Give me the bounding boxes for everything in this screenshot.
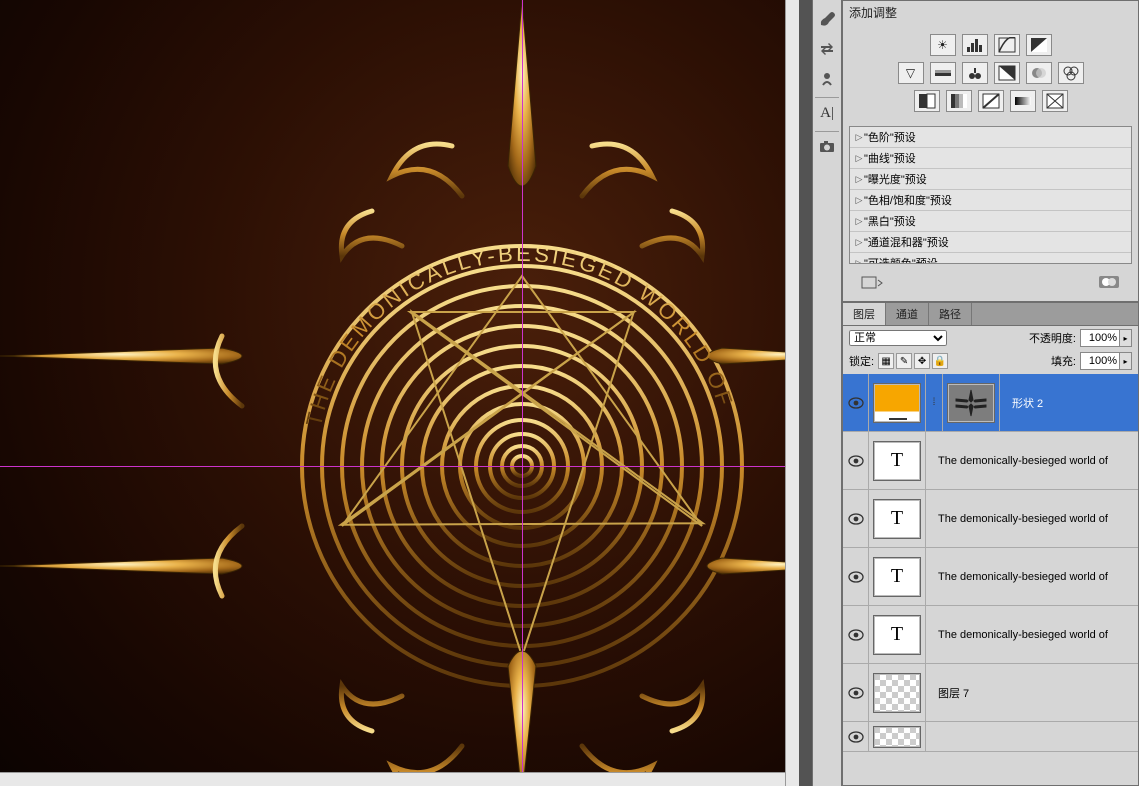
preset-item[interactable]: ▷"通道混和器"预设 bbox=[850, 232, 1131, 253]
layer-name[interactable]: The demonically-besieged world of bbox=[930, 455, 1108, 467]
opacity-flyout-icon[interactable]: ▸ bbox=[1119, 330, 1131, 346]
adj-color-balance-icon[interactable] bbox=[962, 62, 988, 84]
layer-row[interactable]: T The demonically-besieged world of bbox=[843, 606, 1138, 664]
layer-name[interactable]: 图层 7 bbox=[930, 685, 969, 701]
link-icon: ⁞ bbox=[928, 397, 940, 408]
adj-threshold-icon[interactable] bbox=[978, 90, 1004, 112]
preset-item[interactable]: ▷"曝光度"预设 bbox=[850, 169, 1131, 190]
layer-row[interactable] bbox=[843, 722, 1138, 752]
eye-icon bbox=[848, 397, 864, 409]
adj-channel-mixer-icon[interactable] bbox=[1058, 62, 1084, 84]
eye-icon bbox=[848, 629, 864, 641]
adj-selective-color-icon[interactable] bbox=[1042, 90, 1068, 112]
layer-thumbnail[interactable]: T bbox=[873, 441, 921, 481]
lock-all-icon[interactable]: 🔒 bbox=[932, 353, 948, 369]
layer-row[interactable]: ⁞ 形状 2 bbox=[843, 374, 1138, 432]
layer-thumbnail[interactable]: T bbox=[873, 557, 921, 597]
adj-photo-filter-icon[interactable] bbox=[1026, 62, 1052, 84]
layer-name[interactable]: 形状 2 bbox=[1004, 395, 1043, 411]
adj-black-white-icon[interactable] bbox=[994, 62, 1020, 84]
layer-row[interactable]: 图层 7 bbox=[843, 664, 1138, 722]
adjustments-panel: 添加调整 ☀ ▽ bbox=[842, 0, 1139, 302]
vector-mask-thumbnail[interactable] bbox=[947, 383, 995, 423]
adjustments-title: 添加调整 bbox=[843, 1, 1138, 24]
adj-levels-icon[interactable] bbox=[962, 34, 988, 56]
layer-thumbnail[interactable] bbox=[873, 726, 921, 748]
layer-name[interactable]: The demonically-besieged world of bbox=[930, 629, 1108, 641]
canvas-area[interactable]: THE DEMONICALLY-BESIEGED WORLD OF bbox=[0, 0, 797, 786]
layer-name[interactable]: The demonically-besieged world of bbox=[930, 513, 1108, 525]
layer-row[interactable]: T The demonically-besieged world of bbox=[843, 548, 1138, 606]
artwork-ornament: THE DEMONICALLY-BESIEGED WORLD OF bbox=[0, 0, 797, 786]
preset-item[interactable]: ▷"色相/饱和度"预设 bbox=[850, 190, 1131, 211]
document-canvas[interactable]: THE DEMONICALLY-BESIEGED WORLD OF bbox=[0, 0, 797, 786]
fill-field[interactable]: ▸ bbox=[1080, 352, 1132, 370]
layer-visibility-toggle[interactable] bbox=[843, 490, 869, 547]
character-panel-icon[interactable]: A| bbox=[815, 101, 839, 125]
preset-item[interactable]: ▷"色阶"预设 bbox=[850, 127, 1131, 148]
layer-row[interactable]: T The demonically-besieged world of bbox=[843, 490, 1138, 548]
adj-invert-icon[interactable] bbox=[914, 90, 940, 112]
right-panel-column: 添加调整 ☀ ▽ bbox=[842, 0, 1139, 786]
opacity-field[interactable]: ▸ bbox=[1080, 329, 1132, 347]
tab-channels[interactable]: 通道 bbox=[886, 303, 929, 325]
layer-visibility-toggle[interactable] bbox=[843, 432, 869, 489]
adj-posterize-icon[interactable] bbox=[946, 90, 972, 112]
preset-item[interactable]: ▷"曲线"预设 bbox=[850, 148, 1131, 169]
layers-panel: 图层 通道 路径 正常 不透明度: ▸ 锁定: ▦ ✎ ✥ 🔒 填充: bbox=[842, 302, 1139, 786]
adj-gradient-map-icon[interactable] bbox=[1010, 90, 1036, 112]
lock-pixels-icon[interactable]: ✎ bbox=[896, 353, 912, 369]
adj-brightness-icon[interactable]: ☀ bbox=[930, 34, 956, 56]
preset-item[interactable]: ▷"黑白"预设 bbox=[850, 211, 1131, 232]
camera-icon[interactable] bbox=[815, 135, 839, 159]
layer-visibility-toggle[interactable] bbox=[843, 548, 869, 605]
eye-icon bbox=[848, 513, 864, 525]
adj-vibrance-icon[interactable]: ▽ bbox=[898, 62, 924, 84]
layer-thumbnail[interactable] bbox=[873, 383, 921, 423]
eye-icon bbox=[848, 455, 864, 467]
fill-label: 填充: bbox=[1051, 353, 1076, 369]
adj-mask-icon[interactable] bbox=[1098, 274, 1120, 295]
eye-icon bbox=[848, 687, 864, 699]
clone-source-icon[interactable] bbox=[815, 67, 839, 91]
eye-icon bbox=[848, 731, 864, 743]
lock-position-icon[interactable]: ✥ bbox=[914, 353, 930, 369]
lock-transparency-icon[interactable]: ▦ bbox=[878, 353, 894, 369]
layer-list[interactable]: ⁞ 形状 2 T The demonically-besieged world … bbox=[843, 374, 1138, 785]
collapsed-panels-strip: A| bbox=[812, 0, 842, 786]
fill-input[interactable] bbox=[1081, 354, 1119, 368]
layer-name[interactable]: The demonically-besieged world of bbox=[930, 571, 1108, 583]
lock-label: 锁定: bbox=[849, 353, 874, 369]
canvas-h-scrollbar[interactable] bbox=[0, 772, 797, 786]
brush-presets-icon[interactable] bbox=[815, 7, 839, 31]
layer-visibility-toggle[interactable] bbox=[843, 722, 869, 751]
layer-row[interactable]: T The demonically-besieged world of bbox=[843, 432, 1138, 490]
tab-layers[interactable]: 图层 bbox=[843, 303, 886, 325]
tab-paths[interactable]: 路径 bbox=[929, 303, 972, 325]
adjustment-presets-list[interactable]: ▷"色阶"预设 ▷"曲线"预设 ▷"曝光度"预设 ▷"色相/饱和度"预设 ▷"黑… bbox=[849, 126, 1132, 264]
blend-mode-select[interactable]: 正常 bbox=[849, 330, 947, 346]
panel-tabs: 图层 通道 路径 bbox=[843, 303, 1138, 326]
opacity-label: 不透明度: bbox=[1029, 330, 1076, 346]
layer-visibility-toggle[interactable] bbox=[843, 374, 869, 431]
guide-vertical[interactable] bbox=[522, 0, 523, 786]
layer-thumbnail[interactable]: T bbox=[873, 615, 921, 655]
layer-visibility-toggle[interactable] bbox=[843, 606, 869, 663]
adj-curves-icon[interactable] bbox=[994, 34, 1020, 56]
layer-thumbnail[interactable]: T bbox=[873, 499, 921, 539]
swap-icon[interactable] bbox=[815, 37, 839, 61]
adj-exposure-icon[interactable] bbox=[1026, 34, 1052, 56]
layer-thumbnail[interactable] bbox=[873, 673, 921, 713]
guide-horizontal[interactable] bbox=[0, 466, 797, 467]
adj-expand-icon[interactable] bbox=[861, 274, 883, 295]
opacity-input[interactable] bbox=[1081, 331, 1119, 345]
eye-icon bbox=[848, 571, 864, 583]
canvas-v-scrollbar[interactable] bbox=[785, 0, 799, 786]
adj-hue-sat-icon[interactable] bbox=[930, 62, 956, 84]
layer-visibility-toggle[interactable] bbox=[843, 664, 869, 721]
preset-item[interactable]: ▷"可选颜色"预设 bbox=[850, 253, 1131, 264]
fill-flyout-icon[interactable]: ▸ bbox=[1119, 353, 1131, 369]
